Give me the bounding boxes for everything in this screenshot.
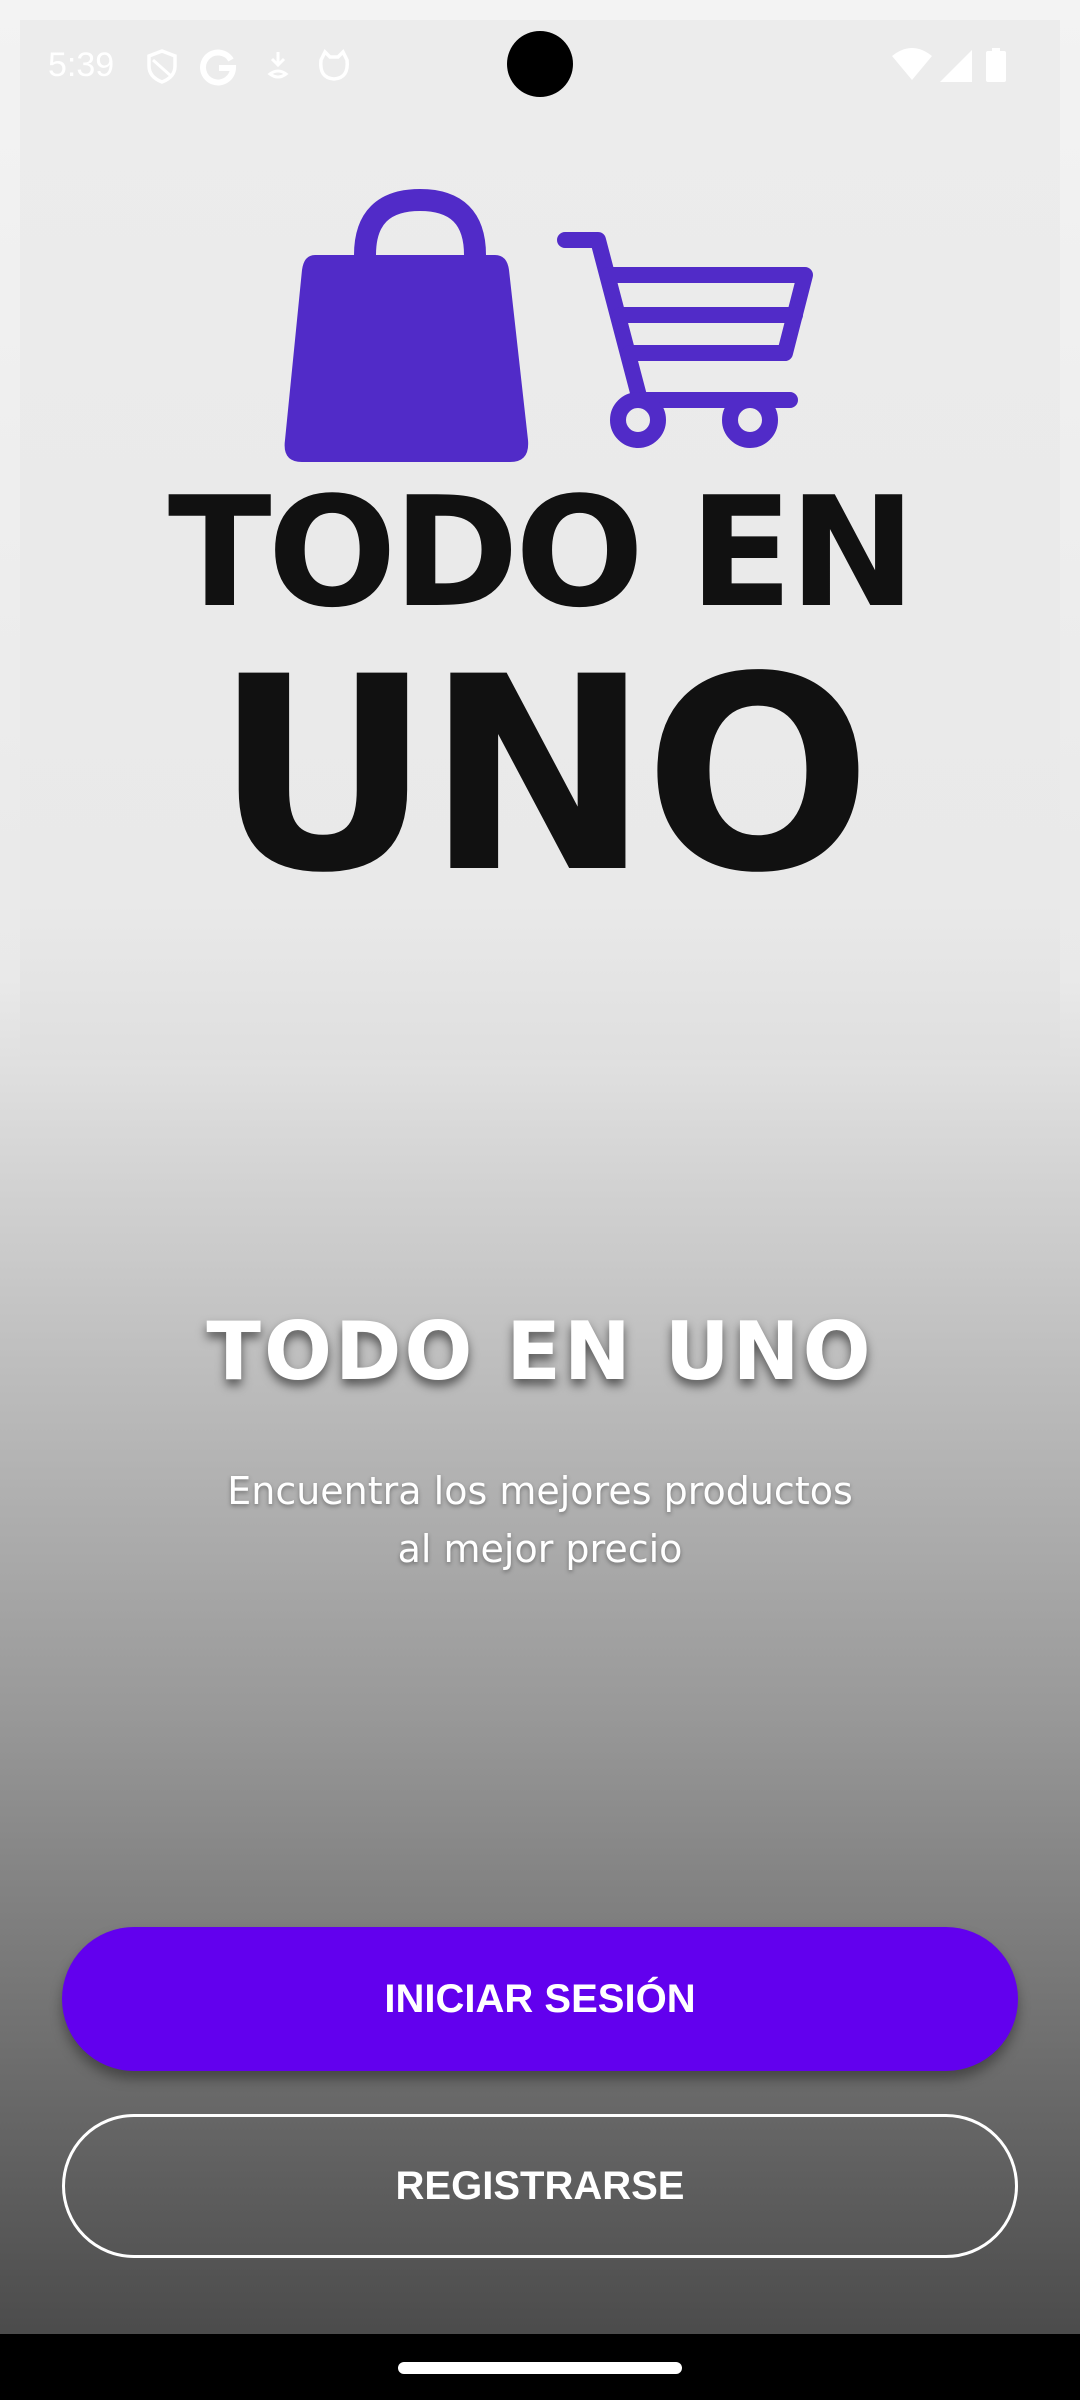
- app-title: TODO EN UNO: [206, 1305, 874, 1398]
- battery-icon: [986, 48, 1006, 82]
- hero-logo-image: TODO EN UNO: [20, 20, 1060, 1060]
- wifi-icon: [892, 48, 932, 80]
- camera-cutout: [507, 31, 573, 97]
- register-button[interactable]: REGISTRARSE: [62, 2114, 1018, 2258]
- register-button-label: REGISTRARSE: [395, 2163, 685, 2208]
- download-icon: [267, 52, 289, 79]
- login-button[interactable]: INICIAR SESIÓN: [62, 1927, 1018, 2071]
- home-indicator[interactable]: [398, 2362, 682, 2374]
- welcome-screen: TODO EN UNO 5:39 TODO EN UNO Encuentra l…: [0, 0, 1080, 2400]
- cat-icon: [319, 49, 349, 81]
- status-time: 5:39: [48, 46, 115, 84]
- logo-wordmark-line1: TODO EN: [168, 464, 912, 641]
- google-icon: [200, 49, 237, 86]
- signal-icon: [940, 50, 972, 82]
- shopping-bag-icon: [284, 188, 529, 462]
- shopping-cart-icon: [557, 232, 813, 448]
- app-subtitle: Encuentra los mejores productos al mejor…: [227, 1469, 853, 1571]
- login-button-label: INICIAR SESIÓN: [384, 1976, 696, 2021]
- app-logo: TODO EN UNO: [168, 188, 916, 932]
- logo-wordmark-line2: UNO: [214, 620, 866, 932]
- shield-icon: [147, 49, 177, 84]
